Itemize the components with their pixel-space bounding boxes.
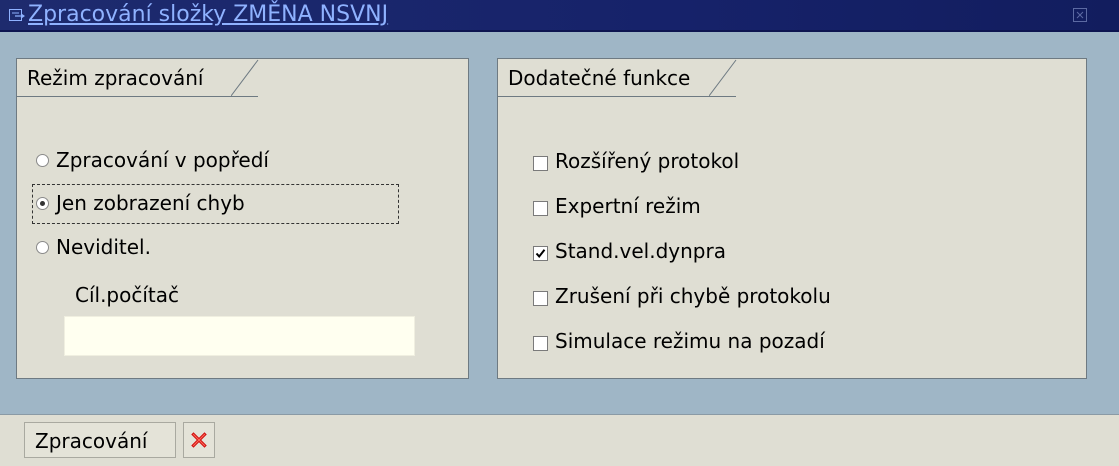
- standard-screen-size-label[interactable]: Stand.vel.dynpra: [555, 239, 726, 263]
- extra-functions-group: Dodatečné funkce Rozšířený protokol Expe…: [497, 58, 1087, 379]
- radio-errors-only[interactable]: [36, 197, 49, 210]
- process-button-label: Zpracování: [35, 429, 148, 453]
- window-title: Zpracování složky ZMĚNA NSVNJ: [28, 2, 389, 27]
- option-foreground-label[interactable]: Zpracování v popředí: [56, 148, 269, 172]
- header-tab-edge: [231, 59, 259, 97]
- cancel-x-icon: [191, 432, 207, 448]
- checkbox-standard-screen-size[interactable]: [533, 246, 548, 261]
- process-button[interactable]: Zpracování: [24, 422, 176, 458]
- radio-foreground[interactable]: [36, 154, 49, 167]
- extended-log-label[interactable]: Rozšířený protokol: [555, 149, 739, 173]
- header-tab-edge: [709, 59, 737, 97]
- checkbox-expert-mode[interactable]: [533, 201, 548, 216]
- checkmark-icon: [535, 249, 546, 259]
- expert-mode-label[interactable]: Expertní režim: [555, 194, 701, 218]
- extra-functions-heading: Dodatečné funkce: [508, 66, 691, 90]
- simulate-background-label[interactable]: Simulace režimu na pozadí: [555, 329, 825, 353]
- close-icon[interactable]: [1073, 8, 1087, 22]
- window-titlebar: Zpracování složky ZMĚNA NSVNJ: [0, 0, 1119, 32]
- cancel-on-log-error-label[interactable]: Zrušení při chybě protokolu: [555, 284, 831, 308]
- target-computer-label: Cíl.počítač: [75, 283, 180, 307]
- checkbox-extended-log[interactable]: [533, 156, 548, 171]
- option-errors-only-label[interactable]: Jen zobrazení chyb: [56, 191, 245, 215]
- target-computer-input[interactable]: [64, 316, 415, 356]
- radio-invisible[interactable]: [36, 241, 49, 254]
- dialog-body: Režim zpracování Zpracování v popředí Je…: [0, 32, 1119, 414]
- footer-toolbar: Zpracování: [0, 414, 1119, 466]
- checkbox-simulate-background[interactable]: [533, 336, 548, 351]
- extra-functions-header: Dodatečné funkce: [498, 59, 737, 97]
- processing-mode-header: Režim zpracování: [17, 59, 259, 97]
- cancel-button[interactable]: [183, 422, 215, 458]
- window-menu-icon[interactable]: [9, 9, 25, 23]
- processing-mode-group: Režim zpracování Zpracování v popředí Je…: [16, 58, 469, 379]
- checkbox-cancel-on-log-error[interactable]: [533, 291, 548, 306]
- processing-mode-heading: Režim zpracování: [27, 66, 204, 90]
- option-invisible-label[interactable]: Neviditel.: [56, 235, 151, 259]
